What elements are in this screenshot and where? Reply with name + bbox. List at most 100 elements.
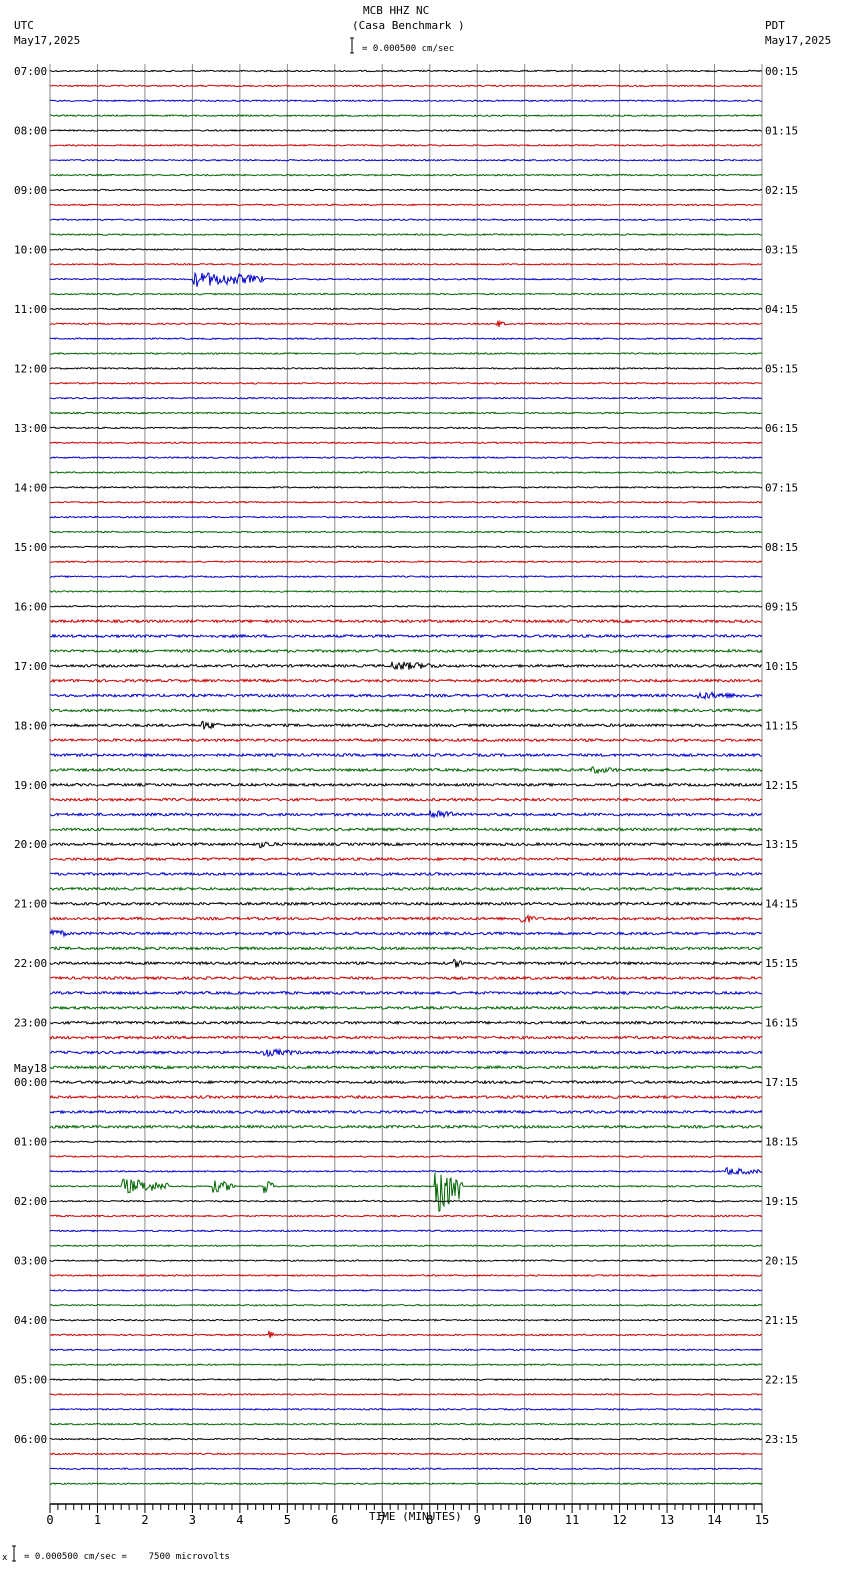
utc-hour-label: 00:00 xyxy=(14,1076,47,1089)
trace-2 xyxy=(49,99,763,103)
trace-93 xyxy=(49,1452,763,1456)
utc-hour-label: 16:00 xyxy=(14,600,47,613)
pdt-hour-label: 03:15 xyxy=(765,243,798,256)
utc-hour-label: 03:00 xyxy=(14,1255,47,1268)
trace-60 xyxy=(49,958,763,968)
pdt-hour-label: 20:15 xyxy=(765,1255,798,1268)
trace-13 xyxy=(49,262,763,266)
trace-78 xyxy=(49,1229,763,1233)
trace-64 xyxy=(49,1020,763,1026)
pdt-hour-label: 15:15 xyxy=(765,957,798,970)
utc-hour-label: 19:00 xyxy=(14,779,47,792)
x-tick-label: 3 xyxy=(189,1513,196,1527)
trace-34 xyxy=(50,575,763,579)
trace-55 xyxy=(49,886,763,892)
utc-hour-label: 21:00 xyxy=(14,898,47,911)
utc-hour-label: 12:00 xyxy=(14,362,47,375)
trace-16 xyxy=(49,307,763,311)
utc-hour-label: 11:00 xyxy=(14,303,47,316)
helicorder-plot: MCB HHZ NC (Casa Benchmark ) UTC May17,2… xyxy=(2,4,831,1563)
trace-9 xyxy=(49,203,763,207)
trace-77 xyxy=(49,1214,763,1218)
pdt-hour-label: 05:15 xyxy=(765,362,798,375)
trace-37 xyxy=(49,618,763,624)
trace-74 xyxy=(49,1166,763,1176)
pdt-hour-label: 23:15 xyxy=(765,1433,798,1446)
trace-42 xyxy=(49,690,763,701)
trace-84 xyxy=(49,1318,763,1322)
trace-56 xyxy=(49,901,763,907)
trace-53 xyxy=(49,856,763,862)
utc-hour-label: 02:00 xyxy=(14,1195,47,1208)
trace-12 xyxy=(49,247,763,251)
trace-43 xyxy=(50,707,763,714)
x-tick-label: 9 xyxy=(474,1513,481,1527)
trace-15 xyxy=(50,292,763,296)
footer-mark: x xyxy=(2,1553,8,1563)
utc-hour-label: 14:00 xyxy=(14,481,47,494)
trace-0 xyxy=(49,69,763,73)
pdt-hour-label: 18:15 xyxy=(765,1136,798,1149)
trace-17 xyxy=(49,319,763,327)
utc-hour-label: 01:00 xyxy=(14,1136,47,1149)
trace-41 xyxy=(49,678,763,684)
trace-27 xyxy=(49,470,763,474)
trace-90 xyxy=(49,1407,762,1411)
utc-hour-label: 18:00 xyxy=(14,719,47,732)
trace-51 xyxy=(49,826,763,832)
utc-hour-label: 13:00 xyxy=(14,422,47,435)
x-tick-label: 15 xyxy=(755,1513,769,1527)
pdt-hour-label: 09:15 xyxy=(765,600,798,613)
traces xyxy=(49,69,763,1486)
trace-89 xyxy=(49,1393,763,1396)
pdt-hour-label: 07:15 xyxy=(765,481,798,494)
right-timezone: PDT xyxy=(765,19,785,32)
trace-69 xyxy=(49,1094,763,1100)
trace-82 xyxy=(49,1288,763,1292)
footer-scale-label: = 0.000500 cm/sec = 7500 microvolts xyxy=(24,1552,230,1562)
trace-36 xyxy=(49,604,763,608)
trace-65 xyxy=(49,1035,763,1040)
utc-hour-label: 17:00 xyxy=(14,660,47,673)
trace-57 xyxy=(49,913,763,923)
trace-58 xyxy=(49,928,763,939)
trace-67 xyxy=(49,1064,763,1070)
trace-85 xyxy=(49,1330,763,1339)
pdt-hour-label: 19:15 xyxy=(765,1195,798,1208)
trace-44 xyxy=(49,720,763,730)
trace-26 xyxy=(50,456,763,460)
trace-80 xyxy=(49,1259,763,1263)
trace-66 xyxy=(49,1048,763,1057)
trace-3 xyxy=(49,114,763,118)
utc-hour-label: 08:00 xyxy=(14,124,47,137)
left-date: May17,2025 xyxy=(14,34,80,47)
x-tick-label: 6 xyxy=(331,1513,338,1527)
pdt-hour-label: 08:15 xyxy=(765,541,798,554)
utc-hour-label: 23:00 xyxy=(14,1017,47,1030)
trace-28 xyxy=(49,485,763,489)
pdt-hour-label: 04:15 xyxy=(765,303,798,316)
trace-32 xyxy=(49,545,762,549)
utc-hour-label: 15:00 xyxy=(14,541,47,554)
x-tick-label: 14 xyxy=(707,1513,721,1527)
pdt-hour-label: 17:15 xyxy=(765,1076,798,1089)
pdt-hour-label: 16:15 xyxy=(765,1017,798,1030)
trace-47 xyxy=(49,766,763,775)
pdt-hour-label: 14:15 xyxy=(765,898,798,911)
trace-49 xyxy=(49,797,763,803)
trace-29 xyxy=(49,500,763,504)
x-tick-label: 11 xyxy=(565,1513,579,1527)
left-timezone: UTC xyxy=(14,19,34,32)
x-tick-label: 12 xyxy=(612,1513,626,1527)
trace-61 xyxy=(49,975,763,981)
trace-72 xyxy=(49,1140,763,1144)
trace-31 xyxy=(49,530,762,534)
x-tick-label: 2 xyxy=(141,1513,148,1527)
trace-75 xyxy=(49,1172,763,1213)
utc-hour-label: 07:00 xyxy=(14,65,47,78)
trace-68 xyxy=(49,1079,763,1085)
trace-71 xyxy=(49,1124,763,1130)
trace-35 xyxy=(49,590,763,593)
pdt-hour-label: 13:15 xyxy=(765,838,798,851)
trace-20 xyxy=(49,366,763,370)
